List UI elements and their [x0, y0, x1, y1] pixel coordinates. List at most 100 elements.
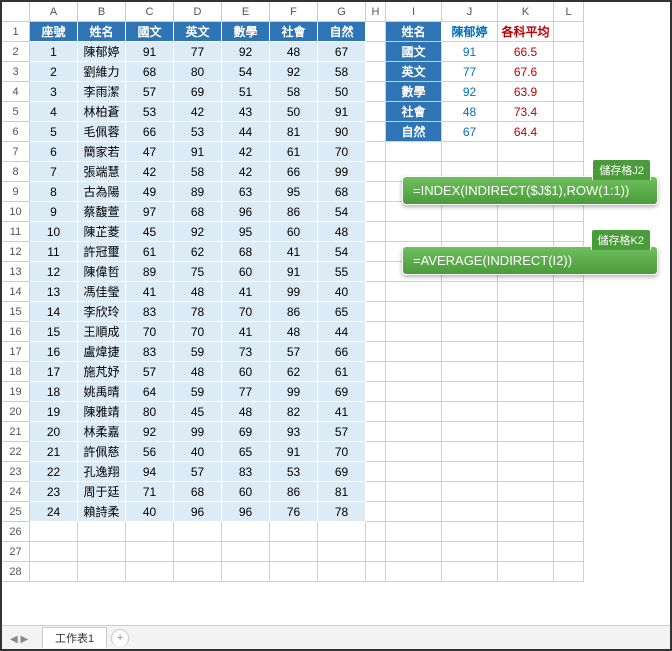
empty-cell[interactable] — [554, 522, 584, 542]
empty-cell[interactable] — [442, 302, 498, 322]
summary-value[interactable]: 91 — [442, 42, 498, 62]
sheet-tab-1[interactable]: 工作表1 — [42, 627, 107, 648]
table-cell[interactable]: 1 — [30, 42, 78, 62]
row-header-13[interactable]: 13 — [2, 262, 30, 282]
table-cell[interactable]: 9 — [30, 202, 78, 222]
table-cell[interactable]: 99 — [270, 382, 318, 402]
empty-cell[interactable] — [442, 542, 498, 562]
table-cell[interactable]: 99 — [270, 282, 318, 302]
table-cell[interactable]: 14 — [30, 302, 78, 322]
table-cell[interactable]: 40 — [126, 502, 174, 522]
table-cell[interactable]: 60 — [270, 222, 318, 242]
table-cell[interactable]: 61 — [318, 362, 366, 382]
empty-cell[interactable] — [554, 142, 584, 162]
col-header-I[interactable]: I — [386, 2, 442, 22]
row-header-24[interactable]: 24 — [2, 482, 30, 502]
table-cell[interactable]: 80 — [174, 62, 222, 82]
table-cell[interactable]: 67 — [318, 42, 366, 62]
empty-cell[interactable] — [386, 322, 442, 342]
table-cell[interactable]: 69 — [318, 462, 366, 482]
empty-cell[interactable] — [442, 482, 498, 502]
table-cell[interactable]: 47 — [126, 142, 174, 162]
table-cell[interactable]: 周于廷 — [78, 482, 126, 502]
table-cell[interactable]: 7 — [30, 162, 78, 182]
summary-avg[interactable]: 73.4 — [498, 102, 554, 122]
table-cell[interactable]: 95 — [270, 182, 318, 202]
empty-cell[interactable] — [174, 562, 222, 582]
col-header-K[interactable]: K — [498, 2, 554, 22]
table-cell[interactable]: 2 — [30, 62, 78, 82]
empty-cell[interactable] — [498, 342, 554, 362]
empty-cell[interactable] — [442, 362, 498, 382]
empty-cell[interactable] — [442, 502, 498, 522]
table-cell[interactable]: 69 — [318, 382, 366, 402]
empty-cell[interactable] — [386, 442, 442, 462]
empty-cell[interactable] — [498, 422, 554, 442]
table-cell[interactable]: 70 — [174, 322, 222, 342]
empty-cell[interactable] — [442, 522, 498, 542]
table-cell[interactable]: 86 — [270, 202, 318, 222]
table-cell[interactable]: 66 — [270, 162, 318, 182]
empty-cell[interactable] — [366, 22, 386, 42]
row-header-17[interactable]: 17 — [2, 342, 30, 362]
empty-cell[interactable] — [174, 522, 222, 542]
table-cell[interactable]: 59 — [174, 342, 222, 362]
select-all[interactable] — [2, 2, 30, 22]
table-cell[interactable]: 49 — [126, 182, 174, 202]
empty-cell[interactable] — [442, 462, 498, 482]
empty-cell[interactable] — [442, 342, 498, 362]
empty-cell[interactable] — [554, 462, 584, 482]
empty-cell[interactable] — [270, 522, 318, 542]
table-cell[interactable]: 19 — [30, 402, 78, 422]
table-cell[interactable]: 40 — [318, 282, 366, 302]
empty-cell[interactable] — [442, 322, 498, 342]
table-cell[interactable]: 5 — [30, 122, 78, 142]
table-cell[interactable]: 48 — [270, 42, 318, 62]
row-header-25[interactable]: 25 — [2, 502, 30, 522]
col-header-D[interactable]: D — [174, 2, 222, 22]
table-cell[interactable]: 24 — [30, 502, 78, 522]
table-cell[interactable]: 77 — [222, 382, 270, 402]
empty-cell[interactable] — [498, 482, 554, 502]
empty-cell[interactable] — [174, 542, 222, 562]
empty-cell[interactable] — [366, 182, 386, 202]
empty-cell[interactable] — [366, 322, 386, 342]
empty-cell[interactable] — [366, 242, 386, 262]
empty-cell[interactable] — [442, 562, 498, 582]
empty-cell[interactable] — [366, 502, 386, 522]
empty-cell[interactable] — [498, 442, 554, 462]
table-cell[interactable]: 12 — [30, 262, 78, 282]
empty-cell[interactable] — [366, 302, 386, 322]
empty-cell[interactable] — [554, 502, 584, 522]
table-cell[interactable]: 90 — [318, 122, 366, 142]
empty-cell[interactable] — [442, 282, 498, 302]
empty-cell[interactable] — [386, 462, 442, 482]
row-header-22[interactable]: 22 — [2, 442, 30, 462]
summary-avg[interactable]: 66.5 — [498, 42, 554, 62]
table-cell[interactable]: 57 — [174, 462, 222, 482]
table-cell[interactable]: 54 — [222, 62, 270, 82]
table-cell[interactable]: 44 — [222, 122, 270, 142]
empty-cell[interactable] — [554, 442, 584, 462]
table-cell[interactable]: 86 — [270, 482, 318, 502]
empty-cell[interactable] — [386, 342, 442, 362]
table-cell[interactable]: 43 — [222, 102, 270, 122]
table-cell[interactable]: 96 — [174, 502, 222, 522]
table-cell[interactable]: 54 — [318, 202, 366, 222]
empty-cell[interactable] — [366, 122, 386, 142]
empty-cell[interactable] — [78, 542, 126, 562]
table-cell[interactable]: 78 — [318, 502, 366, 522]
sheet-nav[interactable]: ◀ ▶ — [10, 634, 28, 645]
empty-cell[interactable] — [366, 562, 386, 582]
empty-cell[interactable] — [386, 562, 442, 582]
table-cell[interactable]: 58 — [318, 62, 366, 82]
empty-cell[interactable] — [386, 282, 442, 302]
row-header-19[interactable]: 19 — [2, 382, 30, 402]
empty-cell[interactable] — [366, 422, 386, 442]
table-cell[interactable]: 許佩慈 — [78, 442, 126, 462]
table-cell[interactable]: 42 — [126, 162, 174, 182]
table-cell[interactable]: 68 — [126, 62, 174, 82]
empty-cell[interactable] — [270, 562, 318, 582]
summary-value[interactable]: 77 — [442, 62, 498, 82]
table-cell[interactable]: 68 — [222, 242, 270, 262]
